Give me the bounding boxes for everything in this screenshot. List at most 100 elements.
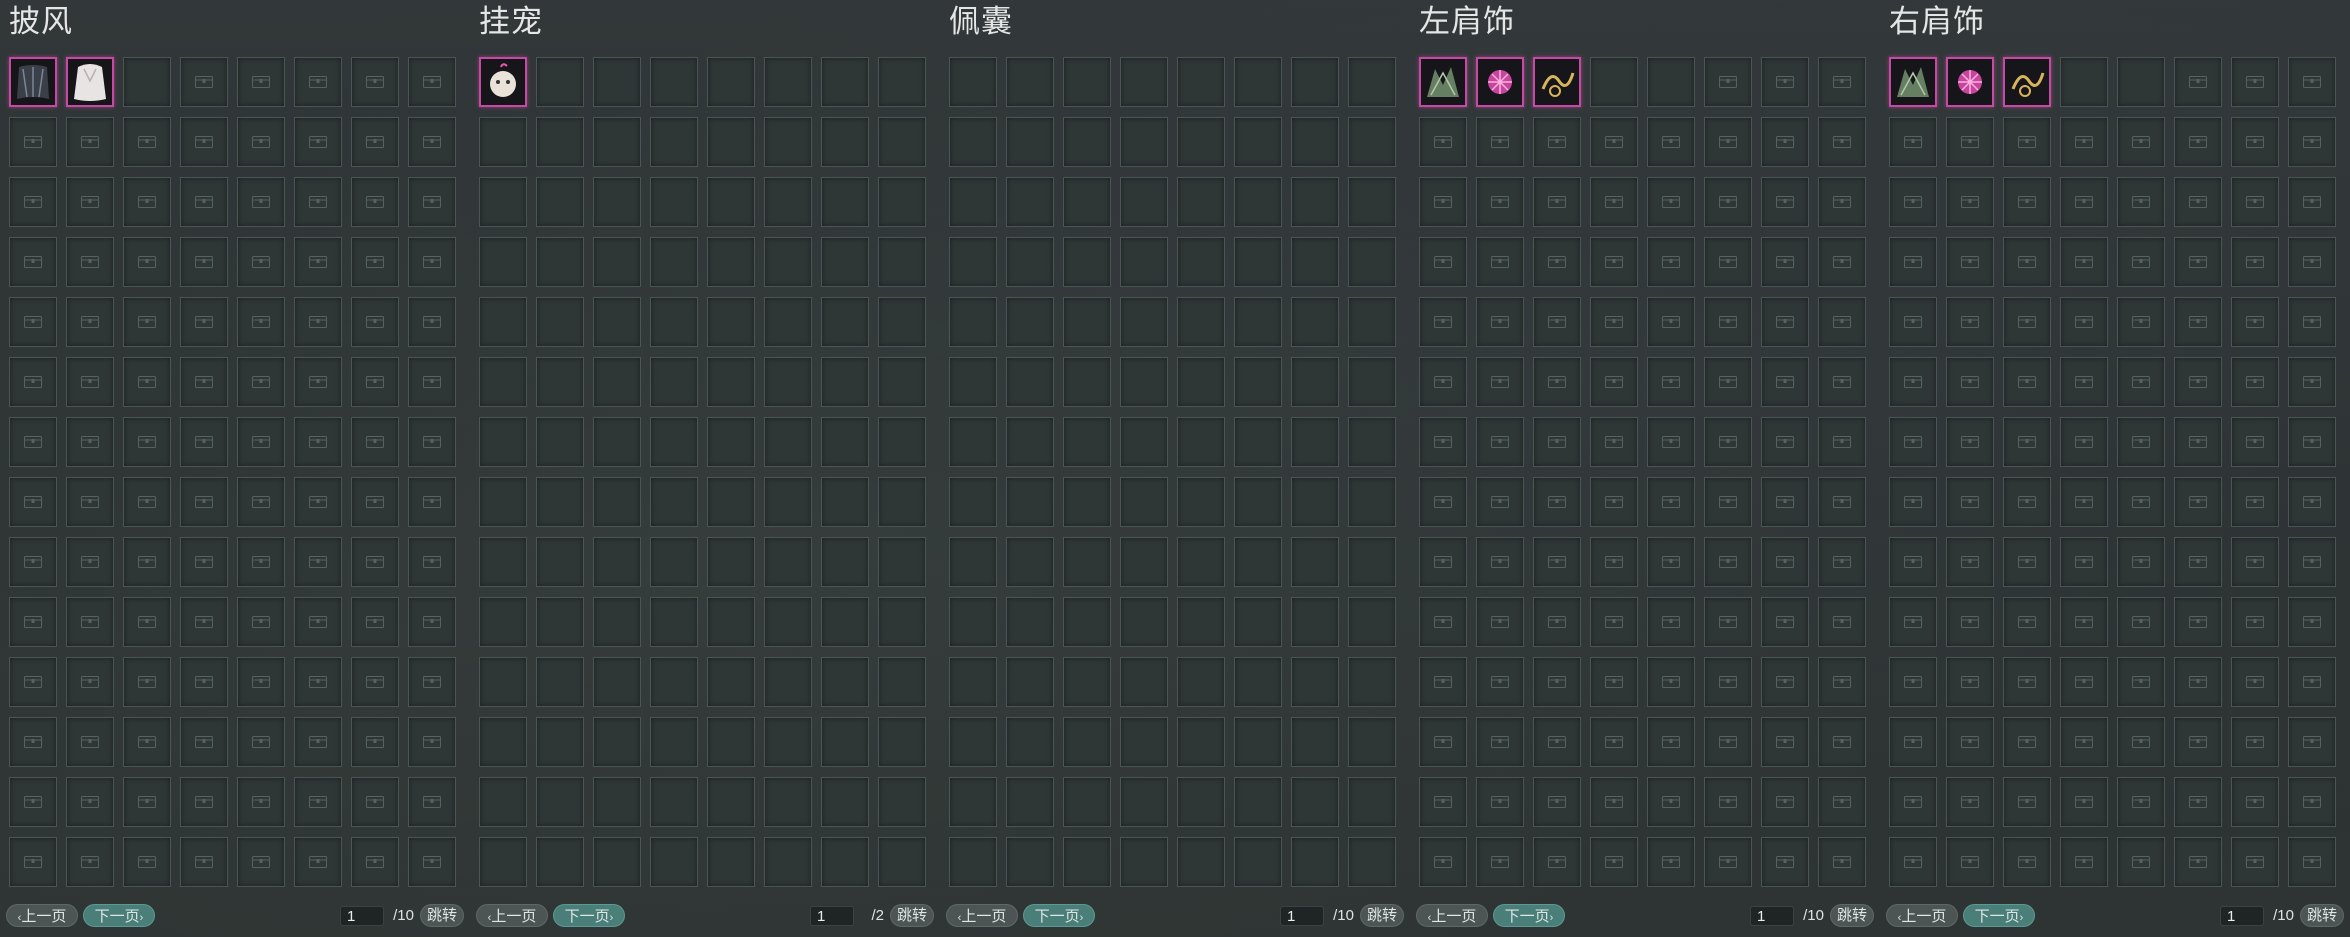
item-slot-locked[interactable] bbox=[1647, 117, 1695, 167]
item-slot-locked[interactable] bbox=[2288, 417, 2336, 467]
item-slot-locked[interactable] bbox=[1946, 357, 1994, 407]
item-slot-locked[interactable] bbox=[2288, 657, 2336, 707]
item-slot-empty[interactable] bbox=[1291, 357, 1339, 407]
item-slot-empty[interactable] bbox=[479, 657, 527, 707]
item-slot-empty[interactable] bbox=[1120, 177, 1168, 227]
item-slot-locked[interactable] bbox=[2060, 837, 2108, 887]
item-slot-locked[interactable] bbox=[408, 57, 456, 107]
item-slot-locked[interactable] bbox=[1818, 117, 1866, 167]
item-slot-locked[interactable] bbox=[237, 837, 285, 887]
item-slot-locked[interactable] bbox=[1419, 537, 1467, 587]
item-slot-locked[interactable] bbox=[1647, 777, 1695, 827]
item-slot-empty[interactable] bbox=[650, 417, 698, 467]
item-slot-empty[interactable] bbox=[1291, 717, 1339, 767]
item-slot-locked[interactable] bbox=[123, 837, 171, 887]
item-slot-locked[interactable] bbox=[294, 657, 342, 707]
item-slot-locked[interactable] bbox=[9, 477, 57, 527]
item-slot-empty[interactable] bbox=[1006, 777, 1054, 827]
item-slot-empty[interactable] bbox=[593, 717, 641, 767]
item-slot-empty[interactable] bbox=[764, 537, 812, 587]
item-slot-locked[interactable] bbox=[2003, 597, 2051, 647]
item-slot-locked[interactable] bbox=[1704, 777, 1752, 827]
item-slot-locked[interactable] bbox=[1761, 417, 1809, 467]
item-slot-locked[interactable] bbox=[1946, 477, 1994, 527]
item-slot-locked[interactable] bbox=[1889, 357, 1937, 407]
item-slot-locked[interactable] bbox=[180, 537, 228, 587]
item-slot-locked[interactable] bbox=[1889, 477, 1937, 527]
item-slot-empty[interactable] bbox=[1177, 237, 1225, 287]
item-slot-locked[interactable] bbox=[1761, 57, 1809, 107]
item-slot-locked[interactable] bbox=[237, 537, 285, 587]
item-slot-empty[interactable] bbox=[1177, 177, 1225, 227]
item-slot-locked[interactable] bbox=[9, 237, 57, 287]
item-slot-locked[interactable] bbox=[1818, 477, 1866, 527]
item-slot-empty[interactable] bbox=[949, 657, 997, 707]
item-slot-locked[interactable] bbox=[1476, 357, 1524, 407]
item-slot-locked[interactable] bbox=[351, 717, 399, 767]
item-slot-empty[interactable] bbox=[1234, 597, 1282, 647]
item-slot-locked[interactable] bbox=[1476, 297, 1524, 347]
item-slot-locked[interactable] bbox=[2288, 117, 2336, 167]
item-slot-locked[interactable] bbox=[180, 417, 228, 467]
item-slot-locked[interactable] bbox=[1946, 777, 1994, 827]
item-slot-empty[interactable] bbox=[707, 57, 755, 107]
item-slot-locked[interactable] bbox=[1590, 177, 1638, 227]
item-slot-locked[interactable] bbox=[1590, 717, 1638, 767]
item-slot-empty[interactable] bbox=[949, 597, 997, 647]
item-slot-locked[interactable] bbox=[123, 297, 171, 347]
item-slot-locked[interactable] bbox=[1889, 237, 1937, 287]
item-slot-empty[interactable] bbox=[1291, 777, 1339, 827]
item-slot-empty[interactable] bbox=[1177, 777, 1225, 827]
item-slot-empty[interactable] bbox=[650, 177, 698, 227]
item-slot-empty[interactable] bbox=[821, 297, 869, 347]
item-slot-empty[interactable] bbox=[536, 57, 584, 107]
item-slot-locked[interactable] bbox=[1761, 597, 1809, 647]
item-slot-empty[interactable] bbox=[821, 177, 869, 227]
item-slot-locked[interactable] bbox=[408, 597, 456, 647]
item-slot-empty[interactable] bbox=[650, 537, 698, 587]
item-slot-empty[interactable] bbox=[1234, 417, 1282, 467]
item-slot-locked[interactable] bbox=[237, 357, 285, 407]
item-slot-locked[interactable] bbox=[2117, 717, 2165, 767]
next-page-button[interactable]: 下一页› bbox=[83, 904, 155, 927]
item-slot-locked[interactable] bbox=[294, 117, 342, 167]
item-slot-locked[interactable] bbox=[2003, 177, 2051, 227]
item-slot-locked[interactable] bbox=[1818, 717, 1866, 767]
item-slot-locked[interactable] bbox=[2003, 537, 2051, 587]
item-slot-locked[interactable] bbox=[1590, 657, 1638, 707]
item-slot-locked[interactable] bbox=[294, 177, 342, 227]
item-slot-locked[interactable] bbox=[180, 837, 228, 887]
item-slot-empty[interactable] bbox=[1348, 477, 1396, 527]
item-slot-empty[interactable] bbox=[1234, 297, 1282, 347]
item-slot-locked[interactable] bbox=[1419, 657, 1467, 707]
item-slot-locked[interactable] bbox=[351, 837, 399, 887]
item-slot-empty[interactable] bbox=[821, 597, 869, 647]
item-slot-locked[interactable] bbox=[351, 297, 399, 347]
item-slot-empty[interactable] bbox=[1120, 477, 1168, 527]
item-slot-empty[interactable] bbox=[1234, 717, 1282, 767]
item-slot-empty[interactable] bbox=[878, 417, 926, 467]
item-slot-empty[interactable] bbox=[1006, 717, 1054, 767]
item-slot-empty[interactable] bbox=[479, 597, 527, 647]
item-slot-empty[interactable] bbox=[593, 297, 641, 347]
item-slot-empty[interactable] bbox=[878, 777, 926, 827]
item-slot-locked[interactable] bbox=[66, 837, 114, 887]
item-slot-locked[interactable] bbox=[1419, 237, 1467, 287]
item-slot-locked[interactable] bbox=[2174, 237, 2222, 287]
item-slot-empty[interactable] bbox=[1006, 357, 1054, 407]
item-slot-locked[interactable] bbox=[237, 777, 285, 827]
item-slot-locked[interactable] bbox=[9, 117, 57, 167]
item-slot-locked[interactable] bbox=[1419, 777, 1467, 827]
item-slot-locked[interactable] bbox=[1889, 837, 1937, 887]
item-slot-empty[interactable] bbox=[536, 417, 584, 467]
item-slot-locked[interactable] bbox=[2288, 717, 2336, 767]
item-slot-empty[interactable] bbox=[764, 717, 812, 767]
item-slot-empty[interactable] bbox=[479, 777, 527, 827]
item-slot-locked[interactable] bbox=[408, 777, 456, 827]
item-slot-locked[interactable] bbox=[1818, 657, 1866, 707]
item-slot-locked[interactable] bbox=[1476, 837, 1524, 887]
item-slot-locked[interactable] bbox=[2060, 477, 2108, 527]
item-slot-empty[interactable] bbox=[949, 57, 997, 107]
item-slot-empty[interactable] bbox=[1063, 417, 1111, 467]
item-slot-empty[interactable] bbox=[479, 297, 527, 347]
